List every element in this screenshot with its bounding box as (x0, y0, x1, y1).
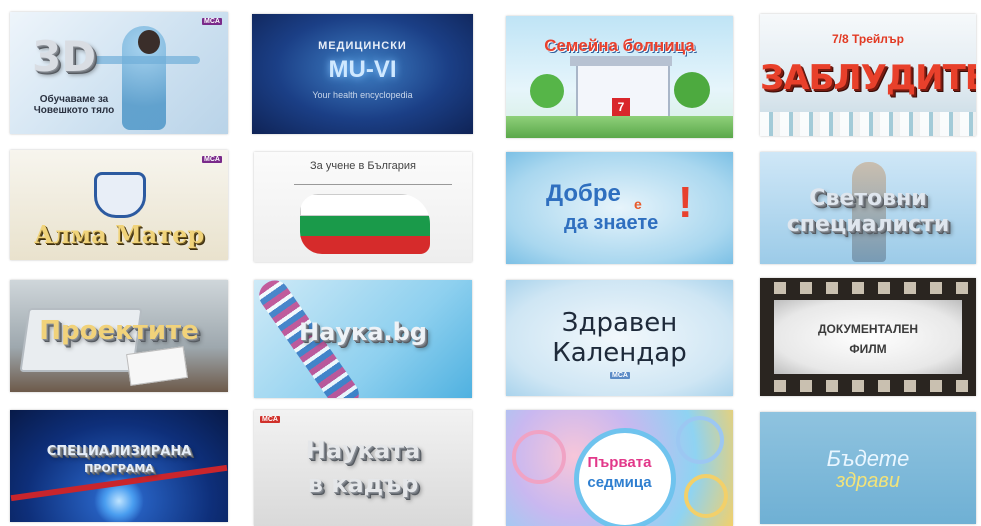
program-thumbnail-grid: 3D Обучаваме за Човешкото тяло MCA МЕДИЦ… (0, 0, 981, 526)
film-perforations-bottom (760, 380, 976, 392)
thumbnail-3d-anatomy[interactable]: 3D Обучаваме за Човешкото тяло MCA (10, 12, 228, 134)
thumbnail-dokumentalen-film[interactable]: ДОКУМЕНТАЛЕН ФИЛМ (760, 278, 976, 396)
thumbnail-semeyna-bolnitsa[interactable]: 7 Семейна болница (506, 16, 733, 138)
channel-badge: MCA (610, 372, 630, 379)
exclamation-mark: ! (678, 178, 693, 227)
thumbnail-dobre-e-da-znaete[interactable]: Добре е да знаете ! (506, 152, 733, 264)
tile-title: Алма Матер (33, 220, 205, 249)
tile-kicker: 7/8 Трейлър (832, 32, 904, 46)
tile-title-line1: СПЕЦИАЛИЗИРАНА (46, 444, 192, 459)
film-frame (774, 300, 962, 374)
tile-title-mid: е (634, 196, 642, 212)
tile-title: Семейна болница (544, 36, 695, 55)
tile-subtitle: Your health encyclopedia (312, 90, 413, 100)
tile-title: Наука.bg (299, 318, 427, 346)
thumbnail-proektite[interactable]: Проектите (10, 280, 228, 392)
thumbnail-parvata-sedmitsa[interactable]: Първата седмица (506, 410, 733, 526)
film-perforations-top (760, 282, 976, 294)
tile-title: Световни специалисти (786, 186, 950, 237)
crest-emblem-icon (94, 172, 146, 218)
thumbnail-spetsializirana-programa[interactable]: СПЕЦИАЛИЗИРАНА ПРОГРАМА (10, 410, 228, 522)
tile-title-line2: ПРОГРАМА (84, 462, 154, 475)
tile-title: За учене в България (310, 160, 416, 172)
thumbnail-mu-vi[interactable]: МЕДИЦИНСКИ MU-VI Your health encyclopedi… (252, 14, 473, 134)
thumbnail-badete-zdravi[interactable]: Бъдете здрави (760, 412, 976, 524)
thumbnail-za-uche-v-bulgaria[interactable]: За учене в България (254, 152, 472, 262)
pills-pile-graphic (760, 112, 976, 136)
tile-title-line1: Добре (546, 180, 621, 207)
tile-title-line2: здрави (836, 470, 900, 492)
tree-left-graphic (530, 74, 564, 108)
hospital-door-number: 7 (612, 98, 630, 116)
tile-title-line1: Бъдете (826, 446, 910, 471)
channel-badge: MCA (202, 156, 222, 163)
thumbnail-zdraven-kalendar[interactable]: Здравен Календар MCA (506, 280, 733, 396)
tile-title: MU-VI (328, 56, 397, 83)
ground-strip (506, 116, 733, 138)
notepad-graphic (126, 346, 188, 386)
tile-kicker: МЕДИЦИНСКИ (318, 40, 407, 52)
tile-title-line1: Здравен (561, 308, 678, 338)
thumbnail-zabludite[interactable]: 7/8 Трейлър ЗАБЛУДИТЕ (760, 14, 976, 136)
human-figure-arms (90, 56, 200, 64)
tile-title: Проектите (39, 316, 199, 346)
tile-title-line2: Календар (552, 338, 687, 368)
thumbnail-nauka-bg[interactable]: Наука.bg (254, 280, 472, 398)
tile-title-line2: ФИЛМ (849, 342, 887, 356)
tile-title: ЗАБЛУДИТЕ (760, 58, 976, 98)
tile-title: 3D (32, 32, 97, 81)
tile-title-line1: ДОКУМЕНТАЛЕН (817, 322, 919, 336)
tile-subtitle: Обучаваме за Човешкото тяло (33, 94, 115, 116)
tile-title-line2: седмица (587, 474, 652, 491)
bulgaria-map-flag-graphic (300, 194, 430, 254)
thumbnail-naukata-v-kadar[interactable]: MCA Науката в кадър (254, 410, 472, 526)
channel-badge: MCA (260, 416, 280, 423)
tree-right-graphic (674, 72, 710, 108)
thread-line (294, 184, 452, 185)
tile-title-line1: Първата (587, 454, 652, 471)
tile-title-line2: в кадър (307, 470, 419, 498)
hospital-roof (570, 56, 672, 66)
channel-badge: MCA (202, 18, 222, 25)
human-head-dark (138, 30, 160, 54)
tile-title-line1: Науката (305, 436, 421, 464)
tile-title-line2: да знаете (564, 212, 659, 234)
thumbnail-svetovni-spetsialisti[interactable]: Световни специалисти (760, 152, 976, 264)
thumbnail-alma-mater[interactable]: Алма Матер MCA (10, 150, 228, 260)
